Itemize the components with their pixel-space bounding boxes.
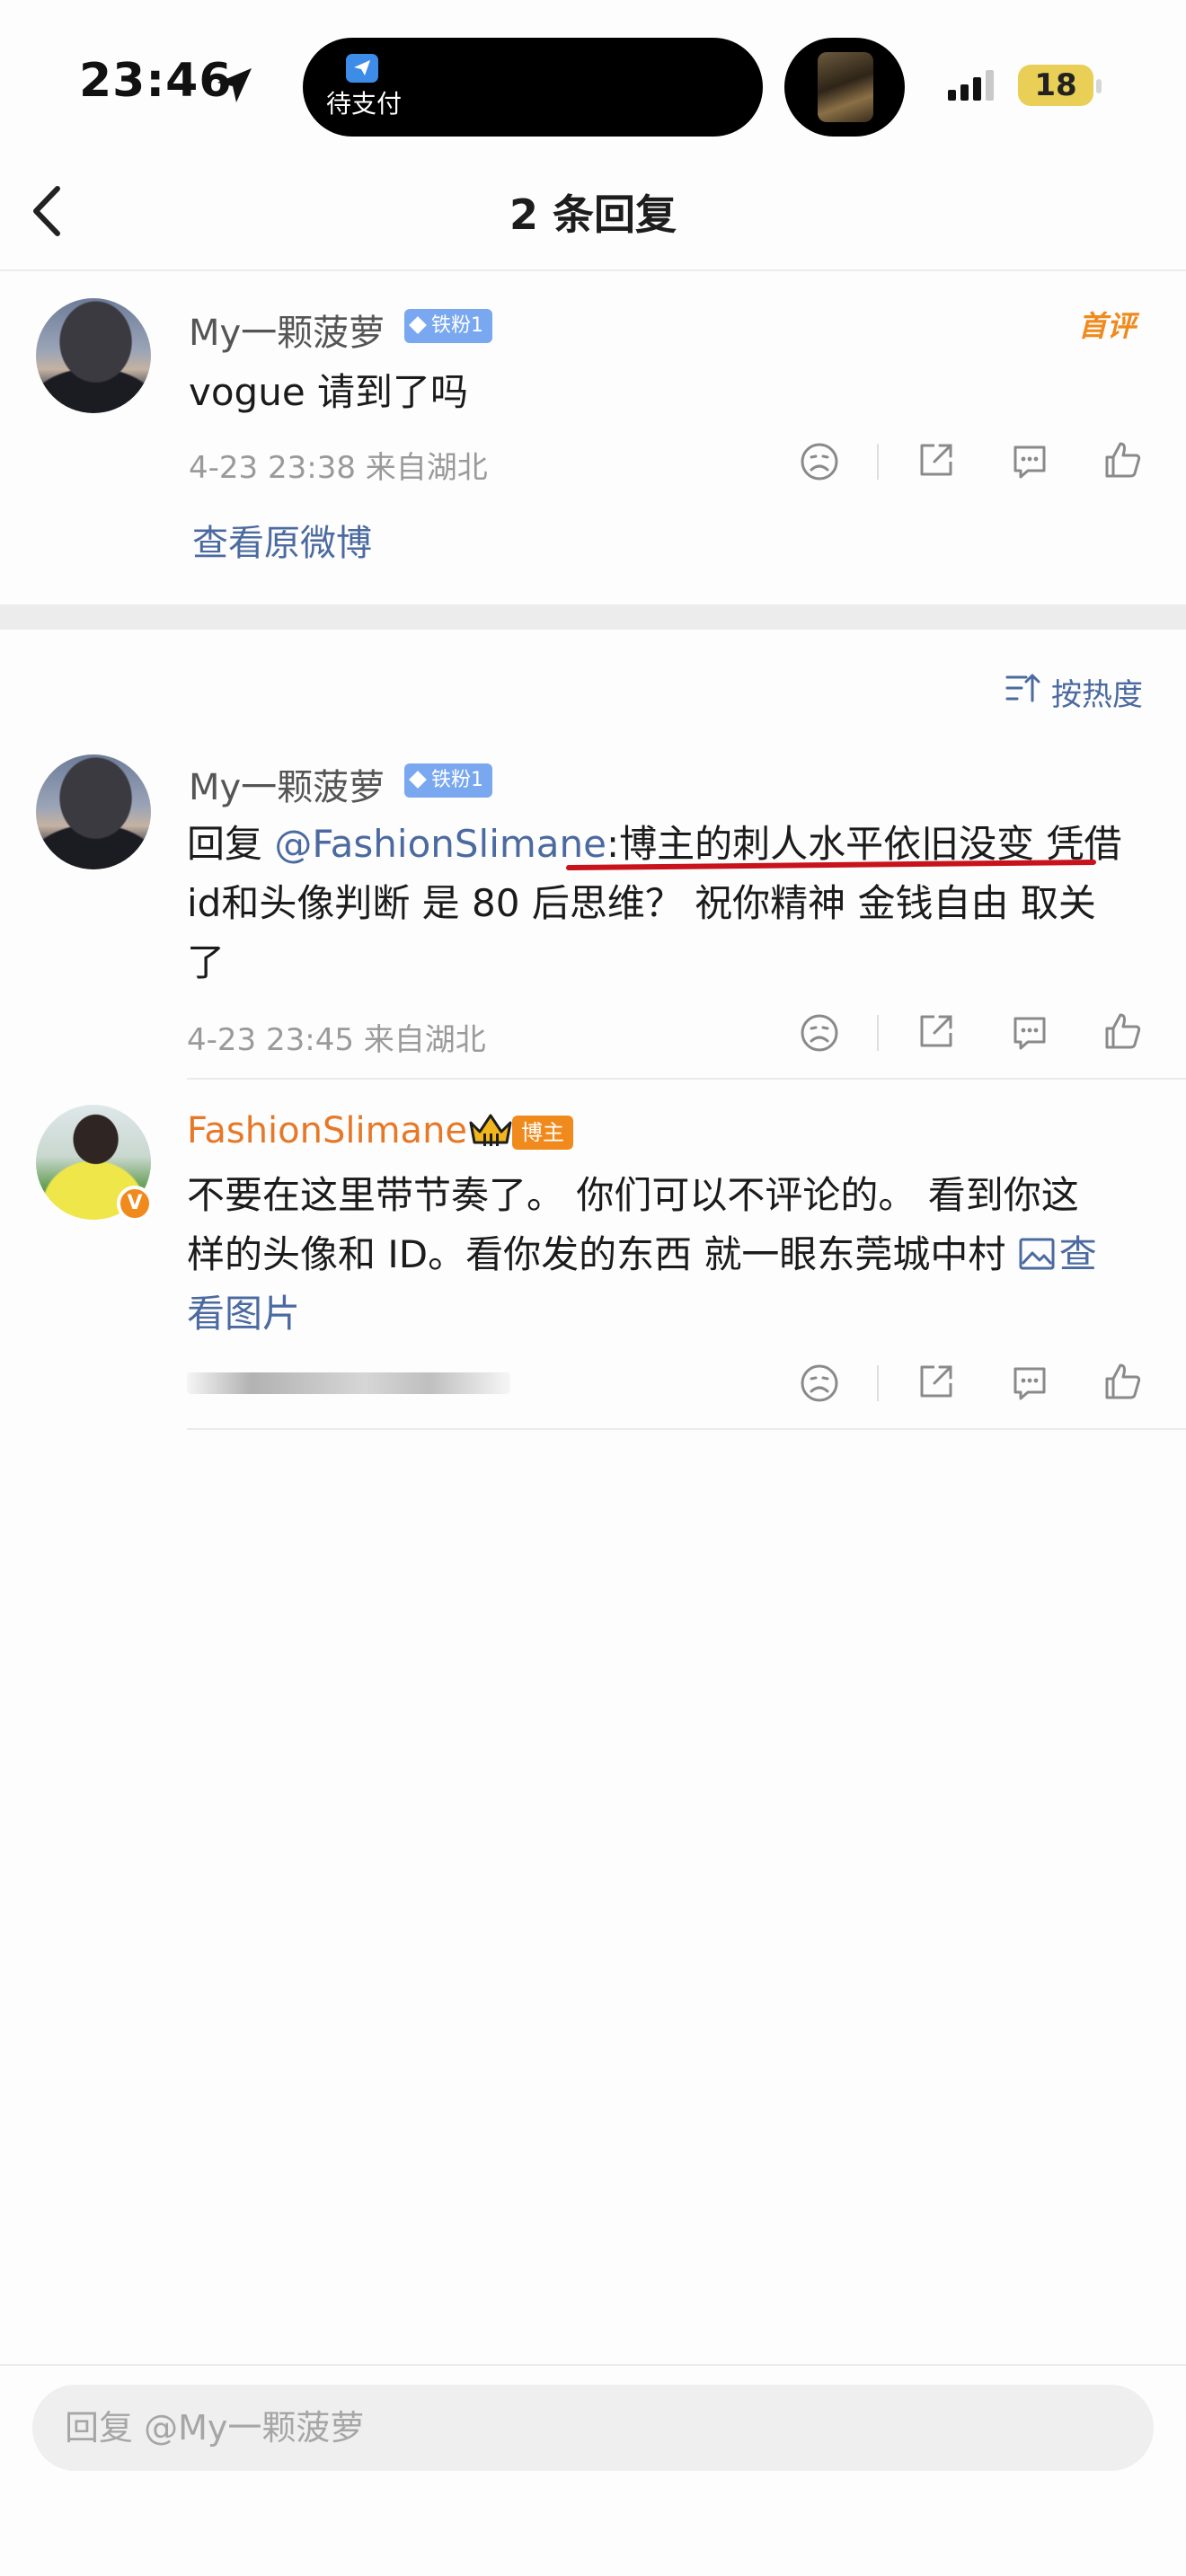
comment-icon[interactable]: [1008, 1362, 1051, 1405]
first-comment-badge: 首评: [1078, 309, 1137, 343]
reply-text: 样的头像和 ID。看你发的东西 就一眼东莞城中村: [187, 1232, 1018, 1276]
like-icon[interactable]: [1102, 1360, 1145, 1403]
share-icon[interactable]: [915, 1010, 958, 1053]
section-separator: [0, 604, 1186, 630]
battery-level: 18: [1034, 67, 1077, 103]
fan-badge-label: 铁粉1: [431, 769, 483, 791]
now-playing-thumbnail: [818, 52, 873, 122]
avatar[interactable]: [36, 754, 151, 869]
page-title: 2 条回复: [509, 190, 677, 239]
sort-icon[interactable]: [1005, 670, 1040, 706]
reply-divider: [187, 1078, 1186, 1080]
dislike-face-icon[interactable]: [798, 1362, 841, 1405]
paper-plane-icon: [354, 60, 370, 75]
blogger-tag: 博主: [512, 1116, 573, 1150]
battery-cap: [1096, 79, 1102, 93]
reply-prefix: 回复: [187, 822, 275, 866]
bottom-divider: [0, 2364, 1186, 2366]
header-divider: [0, 269, 1186, 271]
diamond-icon: [409, 316, 427, 334]
reply-line-2: id和头像判断 是 80 后思维？ 祝你精神 金钱自由 取关: [187, 881, 1096, 925]
fan-badge: 铁粉1: [404, 763, 492, 798]
reply-input[interactable]: [32, 2385, 1154, 2471]
live-activity-text: 待支付: [326, 89, 403, 119]
location-arrow-icon: [217, 68, 252, 102]
username[interactable]: My一颗菠萝: [189, 304, 385, 356]
action-separator: [877, 444, 879, 480]
comment-icon[interactable]: [1008, 1011, 1051, 1054]
comment-meta: 4-23 23:38 来自湖北: [189, 450, 488, 486]
action-separator: [877, 1015, 879, 1051]
fan-badge-label: 铁粉1: [431, 314, 483, 337]
blurred-timestamp: [187, 1372, 510, 1394]
status-time: 23:46: [79, 54, 233, 108]
fan-badge: 铁粉1: [404, 309, 492, 343]
username[interactable]: My一颗菠萝: [189, 758, 385, 810]
diamond-icon: [409, 771, 427, 789]
cellular-signal-icon: [948, 70, 994, 101]
reply-line-2: 样的头像和 ID。看你发的东西 就一眼东莞城中村 查: [187, 1225, 1097, 1284]
view-image-link[interactable]: 查: [1059, 1232, 1097, 1276]
crown-icon: [469, 1114, 512, 1146]
share-icon[interactable]: [915, 438, 958, 481]
reply-divider: [187, 1428, 1186, 1430]
mention-link[interactable]: @FashionSlimane: [274, 822, 606, 866]
avatar[interactable]: [36, 298, 151, 413]
view-original-link[interactable]: 查看原微博: [192, 514, 372, 566]
image-icon[interactable]: [1018, 1237, 1056, 1271]
share-icon[interactable]: [915, 1360, 958, 1403]
dislike-face-icon[interactable]: [798, 1011, 841, 1054]
dislike-face-icon[interactable]: [798, 440, 841, 483]
action-separator: [877, 1365, 879, 1401]
view-image-link[interactable]: 看图片: [187, 1284, 300, 1344]
comment-icon[interactable]: [1008, 440, 1051, 483]
username[interactable]: FashionSlimane: [187, 1110, 467, 1151]
like-icon[interactable]: [1102, 1010, 1145, 1053]
sort-by-hot-button[interactable]: 按热度: [1051, 670, 1143, 714]
like-icon[interactable]: [1102, 438, 1145, 481]
comment-meta: 4-23 23:45 来自湖北: [187, 1022, 486, 1058]
reply-line-1: 不要在这里带节奏了。 你们可以不评论的。 看到你这: [187, 1173, 1079, 1217]
verified-badge: V: [117, 1186, 153, 1222]
comment-text: vogue 请到了吗: [189, 370, 469, 414]
reply-line-3: 了: [187, 940, 226, 984]
